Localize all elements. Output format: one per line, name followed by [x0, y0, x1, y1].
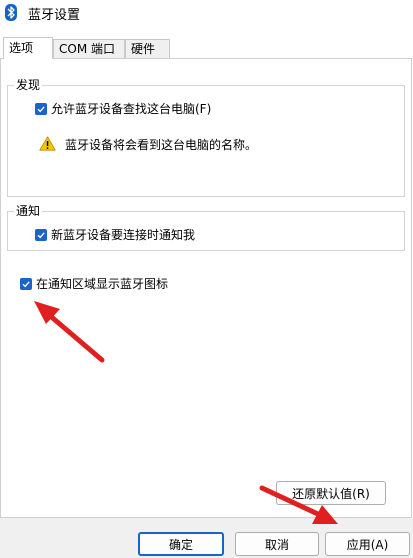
- tab-com-ports[interactable]: COM 端口: [53, 39, 125, 58]
- options-panel: 发现 允许蓝牙设备查找这台电脑(F) 蓝牙设备将会看到这台电脑的名称。 通知 新…: [0, 58, 412, 518]
- notify-connect-row[interactable]: 新蓝牙设备要连接时通知我: [35, 227, 195, 243]
- bluetooth-icon: [5, 4, 17, 21]
- apply-button[interactable]: 应用(A): [325, 532, 410, 556]
- allow-discovery-label: 允许蓝牙设备查找这台电脑(F): [51, 102, 212, 116]
- restore-defaults-button[interactable]: 还原默认值(R): [276, 481, 386, 505]
- allow-discovery-checkbox[interactable]: [35, 103, 47, 115]
- discovery-warning-text: 蓝牙设备将会看到这台电脑的名称。: [65, 138, 258, 152]
- notification-group: 通知 新蓝牙设备要连接时通知我: [7, 203, 405, 251]
- checkmark-icon: [37, 106, 45, 113]
- discovery-group-title: 发现: [14, 77, 43, 93]
- checkmark-icon: [22, 281, 30, 288]
- checkmark-icon: [37, 232, 45, 239]
- tab-strip: 选项 COM 端口 硬件: [0, 37, 413, 59]
- notification-group-title: 通知: [14, 203, 43, 219]
- allow-discovery-row[interactable]: 允许蓝牙设备查找这台电脑(F): [35, 101, 211, 117]
- show-tray-icon-checkbox[interactable]: [20, 278, 32, 290]
- notify-connect-checkbox[interactable]: [35, 229, 47, 241]
- cancel-button[interactable]: 取消: [235, 532, 319, 556]
- dialog-footer: 确定 取消 应用(A): [0, 518, 413, 558]
- warning-icon: [39, 136, 56, 151]
- show-tray-icon-row[interactable]: 在通知区域显示蓝牙图标: [20, 276, 168, 292]
- show-tray-icon-label: 在通知区域显示蓝牙图标: [36, 277, 169, 291]
- tab-options[interactable]: 选项: [3, 37, 53, 59]
- window-title: 蓝牙设置: [28, 8, 81, 23]
- ok-button[interactable]: 确定: [138, 532, 224, 556]
- discovery-group: 发现 允许蓝牙设备查找这台电脑(F) 蓝牙设备将会看到这台电脑的名称。: [7, 77, 405, 197]
- notify-connect-label: 新蓝牙设备要连接时通知我: [51, 228, 196, 242]
- tab-hardware[interactable]: 硬件: [125, 39, 170, 58]
- title-bar: 蓝牙设置: [0, 0, 413, 26]
